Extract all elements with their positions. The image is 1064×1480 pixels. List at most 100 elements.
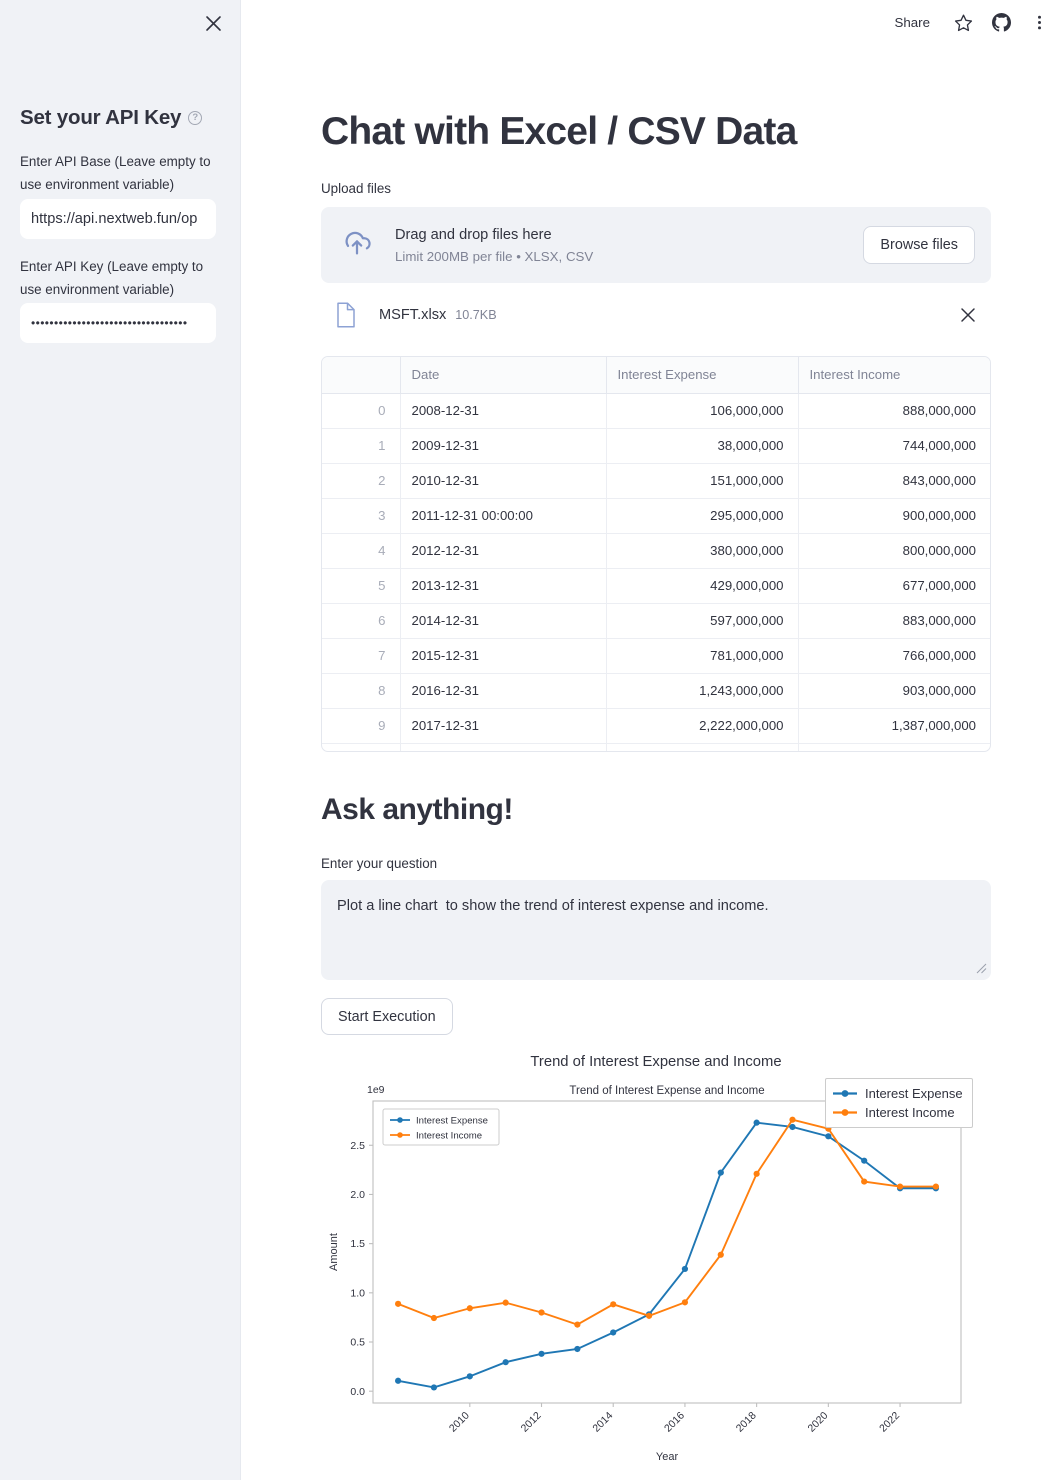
table-row[interactable]: 8 2016-12-31 1,243,000,000 903,000,000 xyxy=(322,673,990,709)
table-row[interactable]: 2 2010-12-31 151,000,000 843,000,000 xyxy=(322,463,990,499)
chart-point xyxy=(430,1384,438,1391)
chart-point xyxy=(753,1119,760,1126)
cell-interest-expense: 1,243,000,000 xyxy=(606,673,799,709)
y-axis-label: Amount xyxy=(328,1233,340,1271)
table-row[interactable]: 9 2017-12-31 2,222,000,000 1,387,000,000 xyxy=(322,708,990,744)
chart-point xyxy=(681,1299,689,1306)
chart-point xyxy=(610,1329,617,1336)
chart-outer-legend: Interest Expense Interest Income xyxy=(825,1078,973,1128)
table-row[interactable] xyxy=(322,743,990,751)
y-axis-offset-text: 1e9 xyxy=(367,1084,385,1096)
chart-point xyxy=(753,1170,760,1177)
y-axis-tick-label: 2.5 xyxy=(350,1140,365,1152)
x-axis-tick-label: 2012 xyxy=(519,1410,544,1435)
table-row[interactable]: 0 2008-12-31 106,000,000 888,000,000 xyxy=(322,393,990,429)
cell-interest-expense: 781,000,000 xyxy=(606,638,799,674)
chart-point xyxy=(645,1312,653,1319)
close-icon xyxy=(961,308,975,322)
dropzone-text: Drag and drop files here Limit 200MB per… xyxy=(395,225,863,266)
dropzone-secondary-text: Limit 200MB per file • XLSX, CSV xyxy=(395,248,594,264)
cell-interest-expense: 429,000,000 xyxy=(606,568,799,604)
data-table-container[interactable]: Date Interest Expense Interest Income 02… xyxy=(321,356,991,752)
cell-interest-income: 1,387,000,000 xyxy=(798,708,990,744)
cell-interest-expense xyxy=(606,743,799,751)
help-circle-icon[interactable]: ? xyxy=(188,111,203,125)
table-row[interactable]: 3 2011-12-31 00:00:00 295,000,000 900,000,0… xyxy=(322,498,990,534)
line-chart: 1e9 Trend of Interest Expense and Income 0… xyxy=(328,1084,962,1463)
question-input[interactable] xyxy=(321,880,991,980)
legend-item-interest-expense: Interest Expense xyxy=(832,1084,963,1103)
table-body: 0 2008-12-31 106,000,000 888,000,000 1 2009-1… xyxy=(322,393,990,751)
file-name: MSFT.xlsx xyxy=(379,307,447,323)
cell-interest-income: 903,000,000 xyxy=(798,673,990,709)
api-base-input[interactable] xyxy=(20,199,216,239)
uploaded-file-row: MSFT.xlsx 10.7KB xyxy=(321,294,991,336)
y-axis-tick-label: 0.0 xyxy=(350,1386,365,1398)
chart-point xyxy=(502,1359,509,1366)
chart-container: Trend of Interest Expense and Income 1e9… xyxy=(321,1048,991,1480)
chart-point xyxy=(789,1116,796,1123)
chart-point xyxy=(861,1178,868,1185)
cell-date: 2008-12-31 xyxy=(400,393,607,429)
chart-point xyxy=(430,1314,438,1322)
chart-point xyxy=(395,1377,402,1384)
cell-date: 2017-12-31 xyxy=(400,708,607,744)
browse-files-button[interactable]: Browse files xyxy=(863,226,975,264)
cell-interest-income: 744,000,000 xyxy=(798,428,990,464)
chart-point xyxy=(466,1373,473,1380)
chart-point xyxy=(610,1301,617,1308)
legend-marker-icon xyxy=(833,1109,857,1116)
cell-date: 2010-12-31 xyxy=(400,463,607,499)
api-key-input[interactable] xyxy=(20,303,216,343)
data-table: Date Interest Expense Interest Income 02… xyxy=(322,357,990,751)
x-axis-tick-label: 2022 xyxy=(877,1410,902,1435)
cell-index xyxy=(322,743,401,751)
cell-interest-income: 900,000,000 xyxy=(798,498,990,534)
cell-interest-expense: 106,000,000 xyxy=(606,393,799,429)
x-axis-tick-label: 2016 xyxy=(662,1410,687,1435)
table-row[interactable]: 4 2012-12-31 380,000,000 800,000,000 xyxy=(322,533,990,569)
chart-point xyxy=(466,1305,473,1312)
column-header-interest-income[interactable]: Interest Income xyxy=(798,357,990,394)
cell-index: 5 xyxy=(322,568,401,604)
cell-interest-income xyxy=(798,743,990,751)
chart-point xyxy=(825,1133,832,1140)
chart-point xyxy=(681,1265,689,1273)
table-row[interactable]: 5 2013-12-31 429,000,000 677,000,000 xyxy=(322,568,990,604)
chart-point xyxy=(717,1169,724,1176)
cell-interest-income: 766,000,000 xyxy=(798,638,990,674)
chart-point xyxy=(574,1321,581,1328)
column-header-date[interactable]: Date xyxy=(400,357,607,394)
column-header-interest-expense[interactable]: Interest Expense xyxy=(606,357,799,394)
ask-section-title: Ask anything! xyxy=(321,793,513,826)
cell-interest-income: 677,000,000 xyxy=(798,568,990,604)
chart-point xyxy=(538,1309,545,1316)
table-row[interactable]: 6 2014-12-31 597,000,000 883,000,000 xyxy=(322,603,990,639)
chart-inner-title: Trend of Interest Expense and Income xyxy=(569,1085,764,1097)
remove-file-button[interactable] xyxy=(957,304,979,326)
api-base-label: Enter API Base (Leave empty to use envir… xyxy=(20,154,211,192)
cell-interest-expense: 295,000,000 xyxy=(606,498,799,534)
upload-files-label: Upload files xyxy=(321,181,391,196)
sidebar-close-button[interactable] xyxy=(200,10,226,36)
chart-point xyxy=(574,1345,581,1353)
legend-item-interest-income: Interest Income xyxy=(832,1103,963,1122)
x-axis-label: Year xyxy=(656,1451,679,1463)
cell-interest-expense: 597,000,000 xyxy=(606,603,799,639)
y-axis-tick-label: 1.0 xyxy=(350,1287,365,1299)
cell-index: 8 xyxy=(322,673,401,709)
chart-point xyxy=(861,1157,868,1164)
cell-interest-income: 843,000,000 xyxy=(798,463,990,499)
sidebar-title-text: Set your API Key xyxy=(20,106,182,129)
y-axis-tick-label: 2.0 xyxy=(350,1189,365,1201)
cell-index: 2 xyxy=(322,463,401,499)
file-dropzone[interactable]: Drag and drop files here Limit 200MB per… xyxy=(321,207,991,283)
cell-index: 0 xyxy=(322,393,401,429)
plot-frame xyxy=(372,1100,962,1404)
start-execution-button[interactable]: Start Execution xyxy=(321,998,453,1035)
table-row[interactable]: 7 2015-12-31 781,000,000 766,000,000 xyxy=(322,638,990,674)
cell-date: 2009-12-31 xyxy=(400,428,607,464)
table-row[interactable]: 1 2009-12-31 38,000,000 744,000,000 xyxy=(322,428,990,464)
table-header-row: Date Interest Expense Interest Income xyxy=(322,357,990,394)
column-header-index[interactable] xyxy=(322,357,401,394)
